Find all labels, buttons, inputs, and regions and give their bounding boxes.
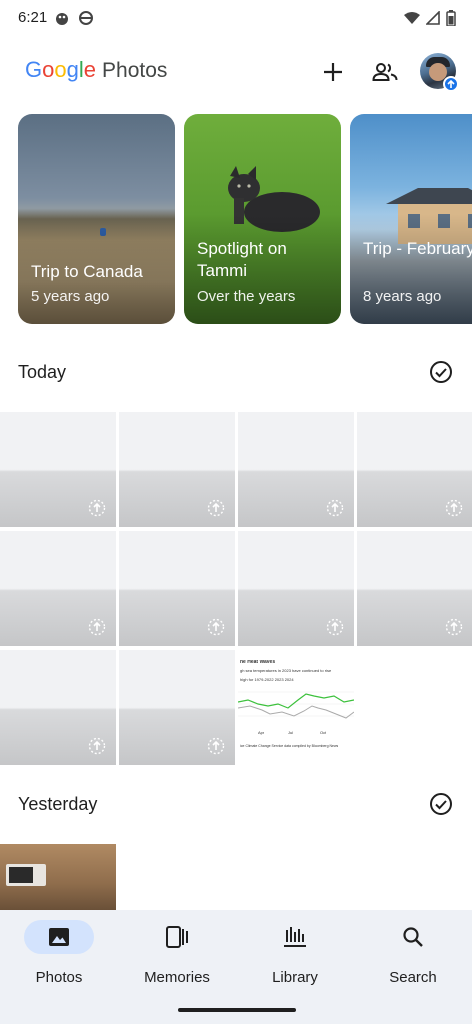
screenshot-title: ne Heat Waves — [240, 660, 276, 665]
bottom-navigation: Photos Memories Library Search — [0, 910, 472, 1024]
screenshot-chart — [238, 691, 354, 719]
battery-icon — [446, 10, 456, 26]
photo-tile[interactable] — [0, 531, 116, 646]
nav-item-library[interactable]: Library — [236, 920, 354, 990]
screenshot-footer: ice Climate Change Service data compiled… — [240, 744, 339, 748]
nav-label: Memories — [144, 969, 210, 986]
upload-pending-icon — [88, 737, 106, 755]
upload-pending-icon — [88, 618, 106, 636]
logo-letter: o — [54, 57, 67, 82]
screenshot-legend: high for 1979-2022 2023 2024 — [240, 677, 294, 682]
photo-tile[interactable] — [0, 650, 116, 765]
status-time: 6:21 — [18, 9, 48, 26]
status-bar: 6:21 — [0, 0, 472, 36]
memories-icon — [166, 926, 188, 948]
upload-pending-icon — [207, 618, 225, 636]
screenshot-month: Jul — [288, 730, 294, 735]
upload-pending-icon — [88, 499, 106, 517]
upload-pending-icon — [326, 618, 344, 636]
screenshot-month: Oct — [320, 730, 327, 735]
memory-subtitle: 5 years ago — [31, 288, 110, 305]
photo-tile[interactable] — [238, 531, 354, 646]
logo-letter: G — [25, 57, 43, 82]
photo-tile[interactable] — [0, 412, 116, 527]
nav-active-indicator — [24, 920, 94, 954]
photo-tile[interactable] — [238, 412, 354, 527]
upload-pending-icon — [445, 499, 463, 517]
check-circle-icon — [430, 361, 452, 383]
logo-letter: o — [42, 57, 55, 82]
photo-tile[interactable] — [119, 412, 235, 527]
signal-icon — [426, 11, 440, 25]
microwave-photo — [6, 864, 46, 886]
library-icon — [284, 927, 306, 947]
memories-carousel[interactable]: Trip to Canada 5 years ago Spotlight on … — [18, 114, 472, 324]
photo-tile[interactable] — [0, 844, 116, 910]
section-yesterday-title: Yesterday — [18, 794, 98, 814]
backup-badge — [443, 76, 459, 92]
upload-pending-icon — [207, 737, 225, 755]
memory-title: Trip to Canada — [31, 262, 143, 281]
memory-card[interactable]: Trip to Canada 5 years ago — [18, 114, 175, 324]
nav-item-photos[interactable]: Photos — [0, 920, 118, 990]
sync-icon — [79, 11, 93, 25]
memory-card[interactable]: Trip - February to April 2016 8 years ag… — [350, 114, 472, 324]
google-photos-logo: Google Photos — [25, 57, 167, 83]
upload-arrow-icon — [447, 79, 455, 88]
logo-letter: g — [66, 57, 79, 82]
logo-photos-word: Photos — [102, 59, 168, 82]
logo-letter: e — [83, 57, 97, 82]
nav-label: Search — [389, 969, 437, 986]
upload-pending-icon — [445, 618, 463, 636]
photo-tile[interactable] — [357, 412, 472, 527]
screenshot-subtitle: gh sea temperatures in 2023 have continu… — [240, 668, 332, 673]
section-today-title: Today — [18, 362, 67, 382]
photo-tile[interactable] — [357, 531, 472, 646]
memory-title: Trip - February to April 2016 — [363, 239, 472, 258]
add-button[interactable] — [317, 56, 349, 88]
select-yesterday-button[interactable] — [429, 792, 453, 816]
screenshot-month: Apr — [258, 730, 265, 735]
sharing-button[interactable] — [369, 56, 401, 88]
people-icon — [372, 63, 398, 81]
bug-icon — [56, 13, 68, 25]
search-icon — [403, 927, 423, 947]
account-avatar[interactable] — [420, 53, 459, 92]
memory-card[interactable]: Spotlight on Tammi Over the years — [184, 114, 341, 324]
memory-subtitle: 8 years ago — [363, 288, 442, 305]
app-header: Google Photos — [0, 44, 472, 100]
memory-subtitle: Over the years — [197, 288, 296, 305]
nav-label: Library — [272, 969, 318, 986]
screenshot-tile[interactable]: ne Heat Waves gh sea temperatures in 202… — [238, 650, 354, 765]
wifi-icon — [404, 12, 420, 24]
nav-label: Photos — [35, 969, 83, 986]
home-gesture-bar[interactable] — [178, 1008, 296, 1012]
nav-item-search[interactable]: Search — [354, 920, 472, 990]
add-icon — [324, 63, 342, 81]
nav-item-memories[interactable]: Memories — [118, 920, 236, 990]
status-right-icons — [404, 10, 456, 26]
photos-icon — [49, 928, 69, 946]
select-today-button[interactable] — [429, 360, 453, 384]
upload-pending-icon — [207, 499, 225, 517]
check-circle-icon — [430, 793, 452, 815]
status-left-icons — [54, 10, 94, 26]
upload-pending-icon — [326, 499, 344, 517]
logo-google-word: Google — [25, 57, 96, 83]
photo-tile[interactable] — [119, 650, 235, 765]
memory-title: Spotlight on Tammi — [197, 239, 287, 280]
photo-tile[interactable] — [119, 531, 235, 646]
